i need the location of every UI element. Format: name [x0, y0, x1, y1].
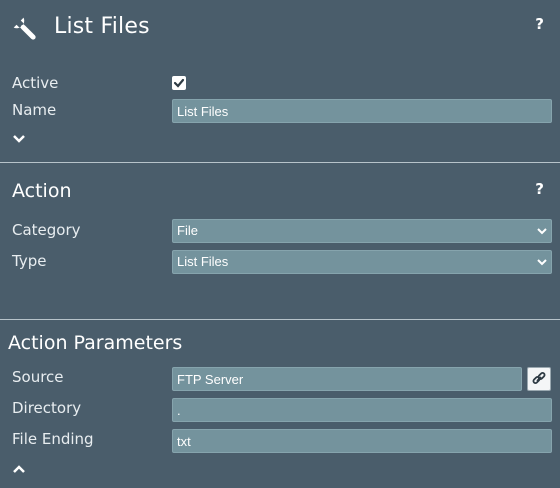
category-select[interactable]: File	[172, 219, 552, 243]
action-help-button[interactable]: ?	[535, 180, 544, 198]
link-icon	[532, 372, 546, 384]
category-label: Category	[12, 221, 81, 239]
section-divider	[0, 162, 560, 163]
type-label: Type	[12, 252, 47, 270]
parameters-section-title: Action Parameters	[8, 332, 183, 354]
help-button[interactable]: ?	[535, 15, 544, 33]
active-label: Active	[12, 74, 59, 92]
chevron-up-icon[interactable]	[12, 464, 26, 474]
name-input[interactable]	[172, 99, 552, 123]
page-title: List Files	[54, 14, 150, 39]
chevron-down-icon	[537, 259, 547, 266]
source-input[interactable]	[172, 367, 522, 391]
directory-input[interactable]	[172, 398, 552, 422]
page-header: List Files ?	[0, 0, 560, 60]
category-value: File	[177, 223, 198, 238]
name-label: Name	[12, 101, 57, 119]
chevron-down-icon[interactable]	[12, 134, 26, 144]
link-button[interactable]	[527, 367, 551, 391]
chevron-down-icon	[537, 228, 547, 235]
file-ending-label: File Ending	[12, 430, 94, 448]
wrench-icon	[13, 17, 36, 40]
checkmark-icon	[173, 78, 185, 88]
active-checkbox[interactable]	[172, 76, 186, 90]
type-value: List Files	[177, 254, 229, 269]
action-section-title: Action	[12, 180, 72, 202]
type-select[interactable]: List Files	[172, 250, 552, 274]
source-label: Source	[12, 368, 64, 386]
file-ending-input[interactable]	[172, 429, 552, 453]
section-divider	[0, 319, 560, 320]
directory-label: Directory	[12, 399, 82, 417]
